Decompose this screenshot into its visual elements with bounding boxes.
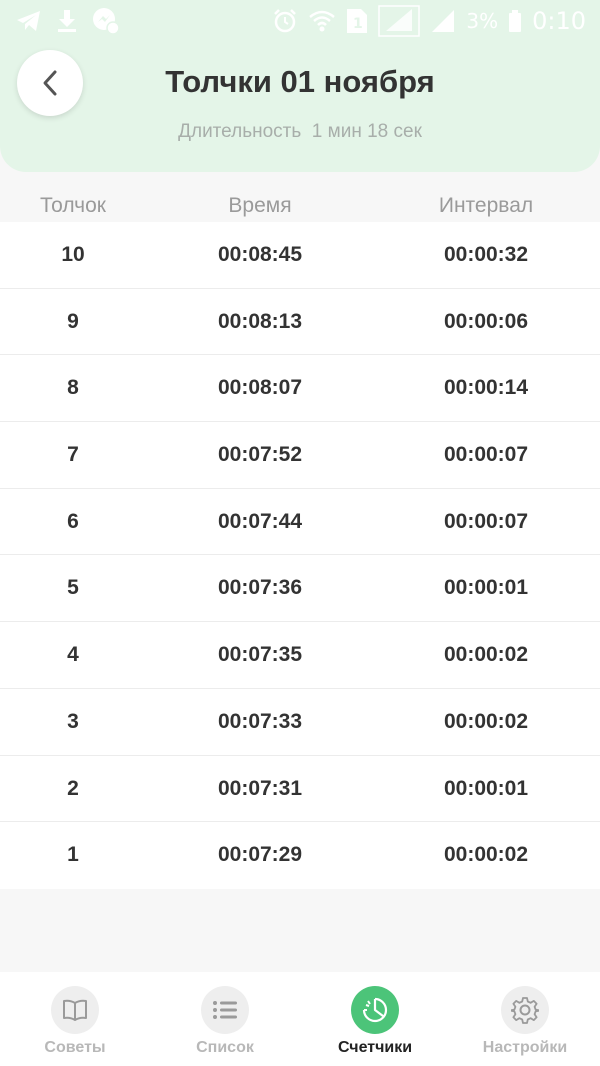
row-interval: 00:00:02	[443, 843, 529, 867]
row-interval: 00:00:06	[443, 309, 529, 333]
row-interval: 00:00:01	[443, 776, 529, 800]
table-row: 3 00:07:33 00:00:02	[0, 689, 600, 756]
row-number: 8	[67, 376, 79, 400]
signal-2-icon	[432, 10, 455, 32]
nav-item-tips[interactable]: Советы	[0, 972, 150, 1066]
table-row: 5 00:07:36 00:00:01	[0, 555, 600, 623]
nav-item-counters[interactable]: Счетчики	[300, 972, 450, 1066]
row-interval: 00:00:07	[443, 509, 529, 533]
table-row: 6 00:07:44 00:00:07	[0, 489, 600, 556]
column-header-interval: Интервал	[438, 194, 534, 217]
row-time: 00:08:45	[217, 243, 303, 266]
messenger-icon	[93, 8, 120, 35]
row-number: 7	[67, 443, 79, 467]
list-icon	[213, 1001, 237, 1019]
svg-text:1: 1	[353, 16, 363, 32]
row-number: 1	[67, 843, 79, 867]
row-time: 00:07:52	[217, 443, 303, 467]
nav-label: Счетчики	[337, 1039, 413, 1056]
row-time: 00:07:31	[217, 776, 303, 800]
status-bar: 1 3% 0:10	[0, 0, 600, 42]
header: 1 3% 0:10 Толчки 01 ноября Длительность …	[0, 0, 600, 172]
back-button[interactable]	[17, 50, 83, 116]
download-icon	[58, 10, 76, 32]
row-interval: 00:00:32	[443, 243, 529, 266]
column-header-time: Время	[228, 194, 292, 217]
row-interval: 00:00:14	[443, 376, 529, 400]
signal-1-icon	[378, 5, 421, 37]
row-time: 00:07:36	[217, 576, 303, 600]
sim-1-icon: 1	[347, 9, 368, 33]
nav-icon-circle	[201, 986, 249, 1034]
battery-percent: 3%	[466, 9, 499, 33]
row-time: 00:08:07	[217, 376, 303, 400]
status-time: 0:10	[532, 7, 586, 35]
row-number: 9	[67, 309, 79, 333]
row-number: 2	[67, 776, 79, 800]
nav-icon-circle	[501, 986, 549, 1034]
column-header-number: Толчок	[39, 194, 106, 217]
row-time: 00:07:33	[217, 709, 303, 733]
table-row: 9 00:08:13 00:00:06	[0, 289, 600, 356]
nav-label: Список	[196, 1039, 254, 1056]
table-row: 4 00:07:35 00:00:02	[0, 622, 600, 689]
row-number: 10	[61, 243, 85, 266]
row-time: 00:07:35	[217, 643, 303, 667]
row-number: 4	[67, 643, 79, 667]
bottom-nav: Советы Список Счетчики Настройки	[0, 972, 600, 1066]
table-row: 8 00:08:07 00:00:14	[0, 355, 600, 423]
nav-item-settings[interactable]: Настройки	[450, 972, 600, 1066]
row-interval: 00:00:01	[443, 576, 529, 600]
book-icon	[63, 999, 87, 1021]
row-number: 6	[67, 509, 79, 533]
nav-icon-circle	[351, 986, 399, 1034]
nav-label: Советы	[44, 1039, 106, 1056]
gear-icon	[511, 997, 539, 1024]
page-title: Толчки 01 ноября	[165, 64, 435, 99]
row-time: 00:07:29	[217, 843, 303, 867]
row-number: 3	[67, 709, 79, 733]
contractions-table: 10 00:08:45 00:00:32 9 00:08:13 00:00:06…	[0, 222, 600, 889]
timer-icon	[362, 997, 388, 1023]
nav-label: Настройки	[482, 1039, 568, 1056]
telegram-icon	[17, 11, 40, 31]
table-row: 1 00:07:29 00:00:02	[0, 822, 600, 889]
chevron-left-icon	[43, 70, 57, 96]
row-time: 00:07:44	[217, 509, 303, 533]
table-row: 7 00:07:52 00:00:07	[0, 422, 600, 489]
row-number: 5	[67, 576, 79, 600]
row-interval: 00:00:07	[443, 443, 529, 467]
nav-item-list[interactable]: Список	[150, 972, 300, 1066]
table-row: 10 00:08:45 00:00:32	[0, 222, 600, 289]
row-interval: 00:00:02	[443, 709, 529, 733]
alarm-icon	[274, 9, 297, 33]
battery-icon	[509, 10, 522, 32]
table-row: 2 00:07:31 00:00:01	[0, 756, 600, 823]
row-time: 00:08:13	[217, 309, 303, 333]
row-interval: 00:00:02	[443, 643, 529, 667]
nav-icon-circle	[51, 986, 99, 1034]
wifi-icon	[309, 10, 336, 32]
duration-subtitle: Длительность 1 мин 18 сек	[178, 121, 422, 142]
